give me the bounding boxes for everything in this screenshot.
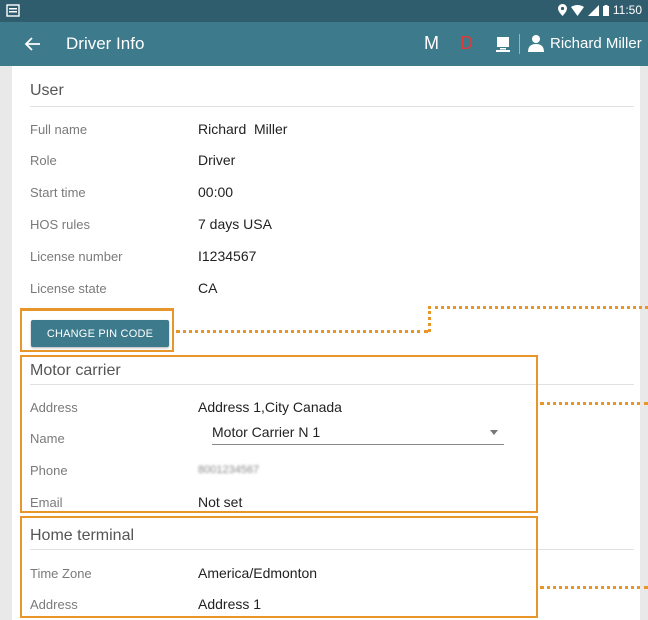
back-arrow-icon[interactable] [22,33,44,55]
motor-carrier-highlight [20,355,538,513]
full-name-label: Full name [30,122,88,137]
pin-connector-riser [428,306,431,332]
person-icon [528,35,544,52]
device-icon[interactable] [494,35,512,53]
hos-rules-value: 7 days USA [198,216,272,232]
wifi-icon [570,4,584,16]
pin-connector-line [176,330,428,333]
status-time: 11:50 [612,3,642,17]
carrier-connector-line [540,402,648,405]
appbar-divider [519,34,520,54]
user-section-title: User [30,82,64,99]
user-name[interactable]: Richard Miller [550,35,642,52]
divider [30,106,634,107]
pin-connector-top [428,306,648,309]
full-name-value: Richard Miller [198,121,288,137]
license-number-label: License number [30,249,123,264]
location-icon [557,4,567,16]
notification-icon [6,4,20,17]
license-number-value: I1234567 [198,248,257,264]
license-state-value: CA [198,280,218,296]
terminal-connector-line [540,586,648,589]
role-label: Role [30,153,57,168]
app-bar: Driver Info M D Richard Miller [0,22,648,66]
status-bar: 11:50 [0,0,648,22]
pin-code-highlight [20,308,174,352]
battery-icon [602,4,609,16]
role-value: Driver [198,152,236,168]
home-terminal-highlight [20,516,538,618]
hos-rules-label: HOS rules [30,217,90,232]
license-state-label: License state [30,281,107,296]
m-button[interactable]: M [424,33,439,54]
signal-icon [587,4,599,16]
page-title: Driver Info [66,34,145,53]
start-time-label: Start time [30,185,86,200]
start-time-value: 00:00 [198,184,234,200]
d-button[interactable]: D [460,33,473,54]
